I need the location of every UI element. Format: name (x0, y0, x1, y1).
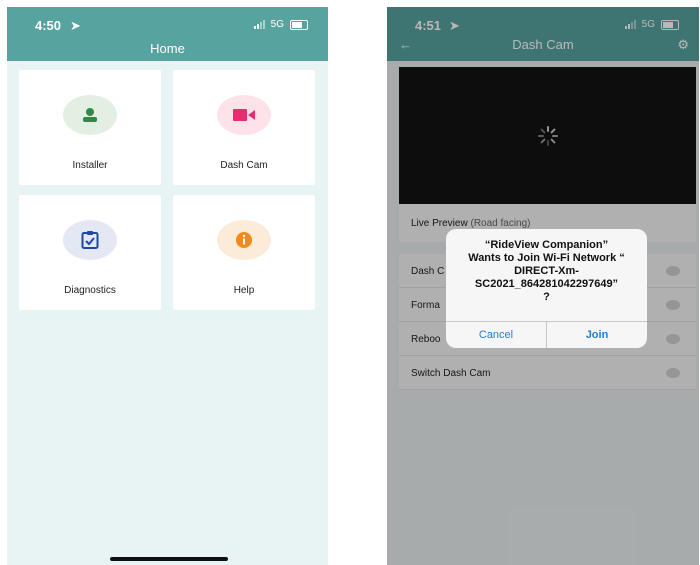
clipboard-check-icon (81, 231, 99, 249)
join-button[interactable]: Join (546, 322, 647, 348)
home-header: 4:50 ➤ 5G Home (7, 7, 328, 61)
person-icon (83, 108, 97, 122)
installer-icon-circle (63, 95, 117, 135)
help-tile[interactable]: Help (173, 195, 315, 310)
page-title: Home (150, 41, 185, 56)
dash-cam-tile[interactable]: Dash Cam (173, 70, 315, 185)
home-indicator[interactable] (110, 557, 228, 561)
diagnostics-icon-circle (63, 220, 117, 260)
signal-icon (253, 20, 265, 29)
video-camera-icon (233, 109, 255, 121)
dialog-buttons: Cancel Join (446, 321, 647, 348)
location-arrow-icon: ➤ (70, 18, 81, 33)
help-icon-circle (217, 220, 271, 260)
dash-cam-screen: 4:51 ➤ 5G ← Dash Cam ⚙ Live Preview (Roa… (387, 7, 699, 565)
battery-icon (290, 19, 308, 30)
installer-tile[interactable]: Installer (19, 70, 161, 185)
cancel-button[interactable]: Cancel (446, 322, 546, 348)
tile-label: Diagnostics (64, 285, 116, 296)
diagnostics-tile[interactable]: Diagnostics (19, 195, 161, 310)
dialog-message: “RideView Companion” Wants to Join Wi-Fi… (468, 239, 625, 303)
status-indicators: 5G (253, 19, 308, 30)
tile-label: Help (233, 285, 255, 296)
network-label: 5G (270, 19, 284, 30)
tile-label: Installer (72, 160, 108, 171)
wifi-join-dialog: “RideView Companion” Wants to Join Wi-Fi… (446, 229, 647, 348)
info-icon (236, 232, 252, 248)
dash-cam-icon-circle (217, 95, 271, 135)
tile-label: Dash Cam (220, 160, 268, 171)
status-time: 4:50 (35, 18, 62, 33)
home-screen: 4:50 ➤ 5G Home Installer Dash Cam Diagno… (7, 7, 328, 565)
